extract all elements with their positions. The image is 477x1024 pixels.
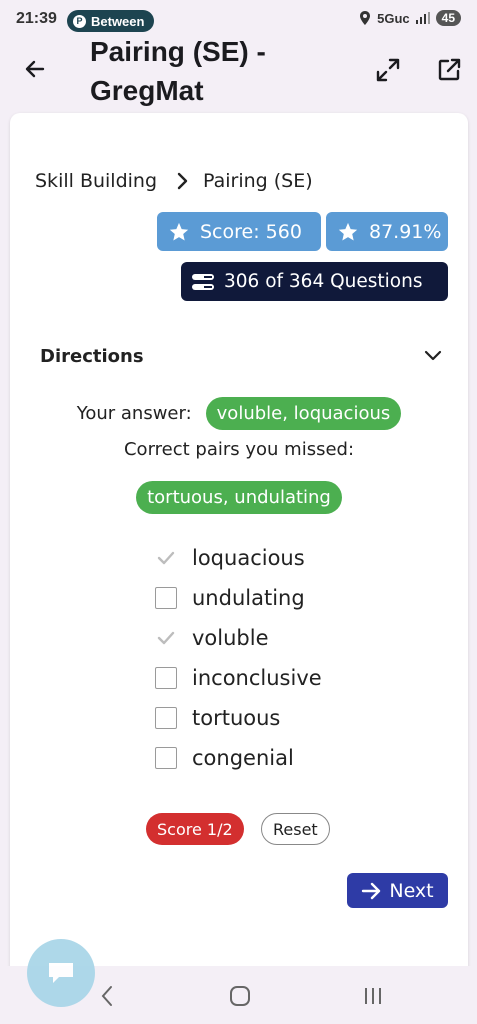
nav-home-icon	[230, 986, 250, 1006]
nav-back-button[interactable]	[92, 981, 122, 1011]
option-label: congenial	[192, 746, 294, 770]
network-label: 5Guc	[377, 10, 410, 26]
option-row[interactable]: tortuous	[155, 698, 322, 738]
option-label: voluble	[192, 626, 269, 650]
arrow-right-icon	[362, 882, 381, 899]
app-bar: Pairing (SE) - GregMat	[0, 32, 477, 108]
your-answer-pill: voluble, loquacious	[205, 397, 402, 430]
checkbox[interactable]	[155, 747, 177, 769]
options-list: loquacious undulating voluble inconclusive t…	[155, 538, 322, 778]
breadcrumb: Skill Building Pairing (SE)	[35, 170, 313, 192]
location-icon	[360, 11, 371, 25]
battery-indicator: 45	[435, 10, 461, 26]
nav-recent-icon	[365, 988, 381, 1004]
checkbox[interactable]	[155, 587, 177, 609]
back-button[interactable]	[20, 54, 50, 84]
status-time: 21:39	[16, 10, 57, 27]
app-notification-icon: P	[73, 14, 86, 28]
directions-label: Directions	[40, 345, 144, 367]
missed-pairs-pill: tortuous, undulating	[136, 481, 342, 514]
chat-button[interactable]	[27, 939, 95, 1007]
arrow-left-icon	[25, 60, 45, 78]
status-app-chip: P Between	[67, 10, 155, 32]
chevron-right-icon	[177, 172, 189, 190]
check-icon[interactable]	[155, 627, 177, 649]
checkbox[interactable]	[155, 667, 177, 689]
star-icon	[338, 222, 358, 241]
option-label: tortuous	[192, 706, 281, 730]
option-row[interactable]: undulating	[155, 578, 322, 618]
list-icon	[192, 273, 214, 290]
option-label: loquacious	[192, 546, 305, 570]
signal-icon	[415, 12, 430, 24]
status-right: 5Guc 45	[359, 10, 461, 26]
missed-pill-wrap: tortuous, undulating	[10, 481, 468, 514]
questions-badge: 306 of 364 Questions	[181, 262, 448, 301]
checkbox[interactable]	[155, 707, 177, 729]
external-link-icon	[438, 58, 461, 81]
question-card: Skill Building Pairing (SE) Score: 560 8…	[10, 113, 468, 993]
star-icon	[169, 222, 189, 241]
missed-label: Correct pairs you missed:	[123, 439, 355, 460]
option-row[interactable]: congenial	[155, 738, 322, 778]
percent-text: 87.91%	[369, 220, 442, 243]
your-answer-row: Your answer: voluble, loquacious	[10, 397, 468, 430]
expand-button[interactable]	[372, 54, 404, 86]
option-row[interactable]: loquacious	[155, 538, 322, 578]
status-chip-label: Between	[91, 13, 145, 29]
score-text: Score: 560	[200, 220, 302, 243]
your-answer-label: Your answer:	[76, 403, 192, 424]
chat-icon	[49, 963, 73, 983]
option-row[interactable]: voluble	[155, 618, 322, 658]
next-button[interactable]: Next	[347, 873, 448, 908]
open-external-button[interactable]	[433, 54, 465, 86]
nav-back-icon	[101, 986, 112, 1006]
option-label: undulating	[192, 586, 305, 610]
nav-recent-button[interactable]	[358, 981, 388, 1011]
reset-button[interactable]: Reset	[261, 813, 330, 845]
option-row[interactable]: inconclusive	[155, 658, 322, 698]
breadcrumb-parent[interactable]: Skill Building	[35, 170, 157, 192]
expand-icon	[376, 58, 400, 82]
check-icon[interactable]	[155, 547, 177, 569]
next-label: Next	[389, 879, 434, 902]
breadcrumb-current: Pairing (SE)	[203, 170, 313, 192]
questions-text: 306 of 364 Questions	[224, 271, 423, 292]
page-title: Pairing (SE) - GregMat	[90, 36, 266, 106]
option-label: inconclusive	[192, 666, 322, 690]
score-result-pill: Score 1/2	[146, 813, 244, 845]
percent-badge: 87.91%	[326, 212, 448, 251]
directions-toggle[interactable]: Directions	[40, 341, 442, 371]
chevron-down-icon	[424, 350, 442, 361]
nav-home-button[interactable]	[225, 981, 255, 1011]
score-badge: Score: 560	[157, 212, 321, 251]
